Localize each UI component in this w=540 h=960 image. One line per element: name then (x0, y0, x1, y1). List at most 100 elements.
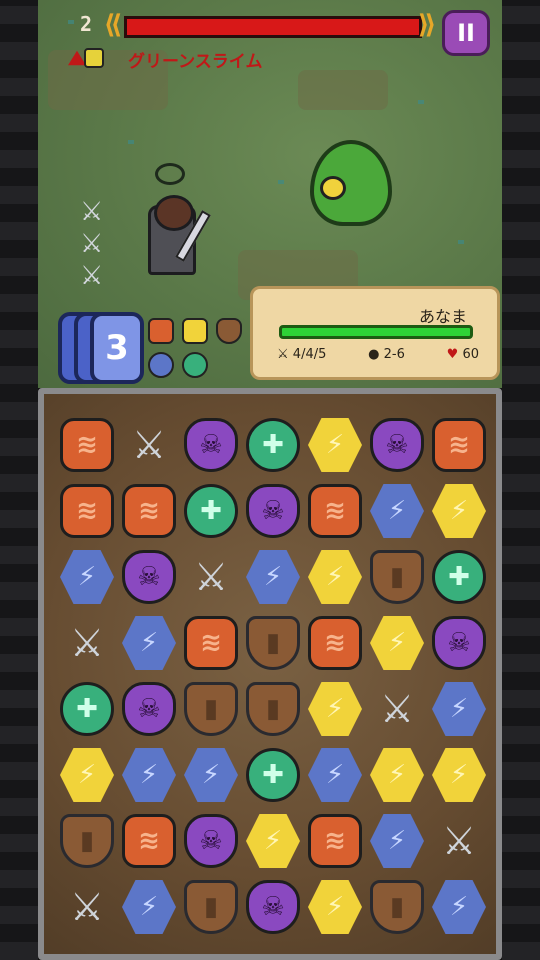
fire-gem-icon (148, 318, 174, 344)
heal-gem-icon (182, 352, 208, 378)
fire-gem-icon: ≋ (60, 484, 114, 538)
heal-gem-icon: ✚ (432, 550, 486, 604)
water-gem[interactable]: ⚡ (428, 676, 490, 742)
fire-gem[interactable]: ≋ (118, 808, 180, 874)
light-gem-icon: ⚡ (432, 484, 486, 538)
fire-gem[interactable]: ≋ (428, 412, 490, 478)
player-stats: ⚔ 4/4/5 ● 2-6 ♥ 60 (277, 347, 479, 362)
fire-gem-icon: ≋ (308, 484, 362, 538)
pause-button[interactable]: II (442, 10, 490, 56)
sword-icon: ⚔ (80, 261, 104, 291)
dark-gem[interactable]: ☠ (242, 478, 304, 544)
fire-gem[interactable]: ≋ (304, 610, 366, 676)
sword-gem-icon: ⚔ (69, 885, 105, 929)
heal-gem[interactable]: ✚ (242, 742, 304, 808)
water-gem-icon (148, 352, 174, 378)
card-stack[interactable]: 3 (58, 312, 144, 386)
target-eye-icon (155, 163, 185, 185)
light-gem[interactable]: ⚡ (366, 610, 428, 676)
heal-gem[interactable]: ✚ (56, 676, 118, 742)
light-gem-icon (182, 318, 208, 344)
light-gem-icon: ⚡ (308, 682, 362, 736)
light-gem[interactable]: ⚡ (304, 676, 366, 742)
light-gem[interactable]: ⚡ (242, 808, 304, 874)
water-gem[interactable]: ⚡ (366, 478, 428, 544)
fire-gem-icon: ≋ (60, 418, 114, 472)
dark-gem-icon: ☠ (370, 418, 424, 472)
fire-gem[interactable]: ≋ (304, 808, 366, 874)
light-gem[interactable]: ⚡ (56, 742, 118, 808)
right-frame (502, 0, 540, 960)
water-gem[interactable]: ⚡ (242, 544, 304, 610)
water-gem[interactable]: ⚡ (118, 742, 180, 808)
puzzle-board: ≋ ⚔ ☠ ✚ ⚡ ☠ ≋ ≋ ≋ ✚ ☠ ≋ ⚡ ⚡ ⚡ ☠ ⚔ ⚡ ⚡ ▮ ✚ ⚔ ⚡ ≋ ▮ ≋ ⚡ ☠ ✚ ☠ ▮ ▮ ⚡ ⚔ ⚡ ⚡ ⚡ ⚡ ✚ ⚡… (38, 388, 502, 960)
dark-gem[interactable]: ☠ (180, 808, 242, 874)
dark-gem[interactable]: ☠ (242, 874, 304, 940)
dark-gem[interactable]: ☠ (428, 610, 490, 676)
water-gem-icon: ⚡ (246, 550, 300, 604)
water-gem[interactable]: ⚡ (428, 874, 490, 940)
shield-gem[interactable]: ▮ (56, 808, 118, 874)
fire-gem[interactable]: ≋ (56, 412, 118, 478)
fire-gem[interactable]: ≋ (118, 478, 180, 544)
light-gem[interactable]: ⚡ (304, 544, 366, 610)
shield-gem[interactable]: ▮ (366, 544, 428, 610)
water-gem-icon: ⚡ (370, 814, 424, 868)
shield-gem[interactable]: ▮ (242, 610, 304, 676)
attack-queue: ⚔ ⚔ ⚔ (80, 196, 110, 292)
shield-gem-icon: ▮ (246, 616, 300, 670)
light-gem[interactable]: ⚡ (428, 742, 490, 808)
dark-gem[interactable]: ☠ (180, 412, 242, 478)
fire-gem-icon: ≋ (432, 418, 486, 472)
sword-gem-icon: ⚔ (441, 819, 477, 863)
light-gem[interactable]: ⚡ (304, 412, 366, 478)
water-gem[interactable]: ⚡ (118, 610, 180, 676)
enemy-type-icon (68, 46, 104, 70)
shield-gem[interactable]: ▮ (366, 874, 428, 940)
water-gem-icon: ⚡ (432, 880, 486, 934)
shield-gem[interactable]: ▮ (242, 676, 304, 742)
water-gem[interactable]: ⚡ (304, 742, 366, 808)
dark-gem-icon: ☠ (122, 550, 176, 604)
shield-gem-icon: ▮ (184, 880, 238, 934)
heal-gem[interactable]: ✚ (242, 412, 304, 478)
fire-gem-icon: ≋ (308, 616, 362, 670)
dark-gem[interactable]: ☠ (366, 412, 428, 478)
light-gem[interactable]: ⚡ (366, 742, 428, 808)
fire-gem[interactable]: ≋ (56, 478, 118, 544)
fire-gem-icon: ≋ (308, 814, 362, 868)
light-gem[interactable]: ⚡ (304, 874, 366, 940)
water-gem[interactable]: ⚡ (118, 874, 180, 940)
sword-gem[interactable]: ⚔ (118, 412, 180, 478)
water-gem-icon: ⚡ (122, 616, 176, 670)
water-gem[interactable]: ⚡ (366, 808, 428, 874)
light-gem-icon: ⚡ (308, 418, 362, 472)
dark-gem-icon: ☠ (184, 418, 238, 472)
fire-gem[interactable]: ≋ (180, 610, 242, 676)
sword-gem[interactable]: ⚔ (56, 874, 118, 940)
heal-gem[interactable]: ✚ (428, 544, 490, 610)
sword-gem[interactable]: ⚔ (180, 544, 242, 610)
enemy-level: 2 (80, 12, 93, 36)
water-gem-icon: ⚡ (184, 748, 238, 802)
dark-gem[interactable]: ☠ (118, 544, 180, 610)
sword-gem[interactable]: ⚔ (366, 676, 428, 742)
shield-gem-icon: ▮ (370, 550, 424, 604)
hero-character (140, 195, 211, 275)
sword-gem[interactable]: ⚔ (428, 808, 490, 874)
defense-value: 2-6 (383, 347, 405, 362)
water-gem[interactable]: ⚡ (180, 742, 242, 808)
attack-value: 4/4/5 (292, 347, 327, 362)
water-gem[interactable]: ⚡ (56, 544, 118, 610)
heal-gem[interactable]: ✚ (180, 478, 242, 544)
enemy-name: グリーンスライム (128, 52, 263, 72)
dark-gem[interactable]: ☠ (118, 676, 180, 742)
light-gem[interactable]: ⚡ (428, 478, 490, 544)
shield-gem[interactable]: ▮ (180, 874, 242, 940)
hp-value: 60 (462, 347, 479, 362)
dark-gem-icon: ☠ (432, 616, 486, 670)
sword-gem[interactable]: ⚔ (56, 610, 118, 676)
shield-gem[interactable]: ▮ (180, 676, 242, 742)
shield-gem-icon: ▮ (184, 682, 238, 736)
fire-gem[interactable]: ≋ (304, 478, 366, 544)
